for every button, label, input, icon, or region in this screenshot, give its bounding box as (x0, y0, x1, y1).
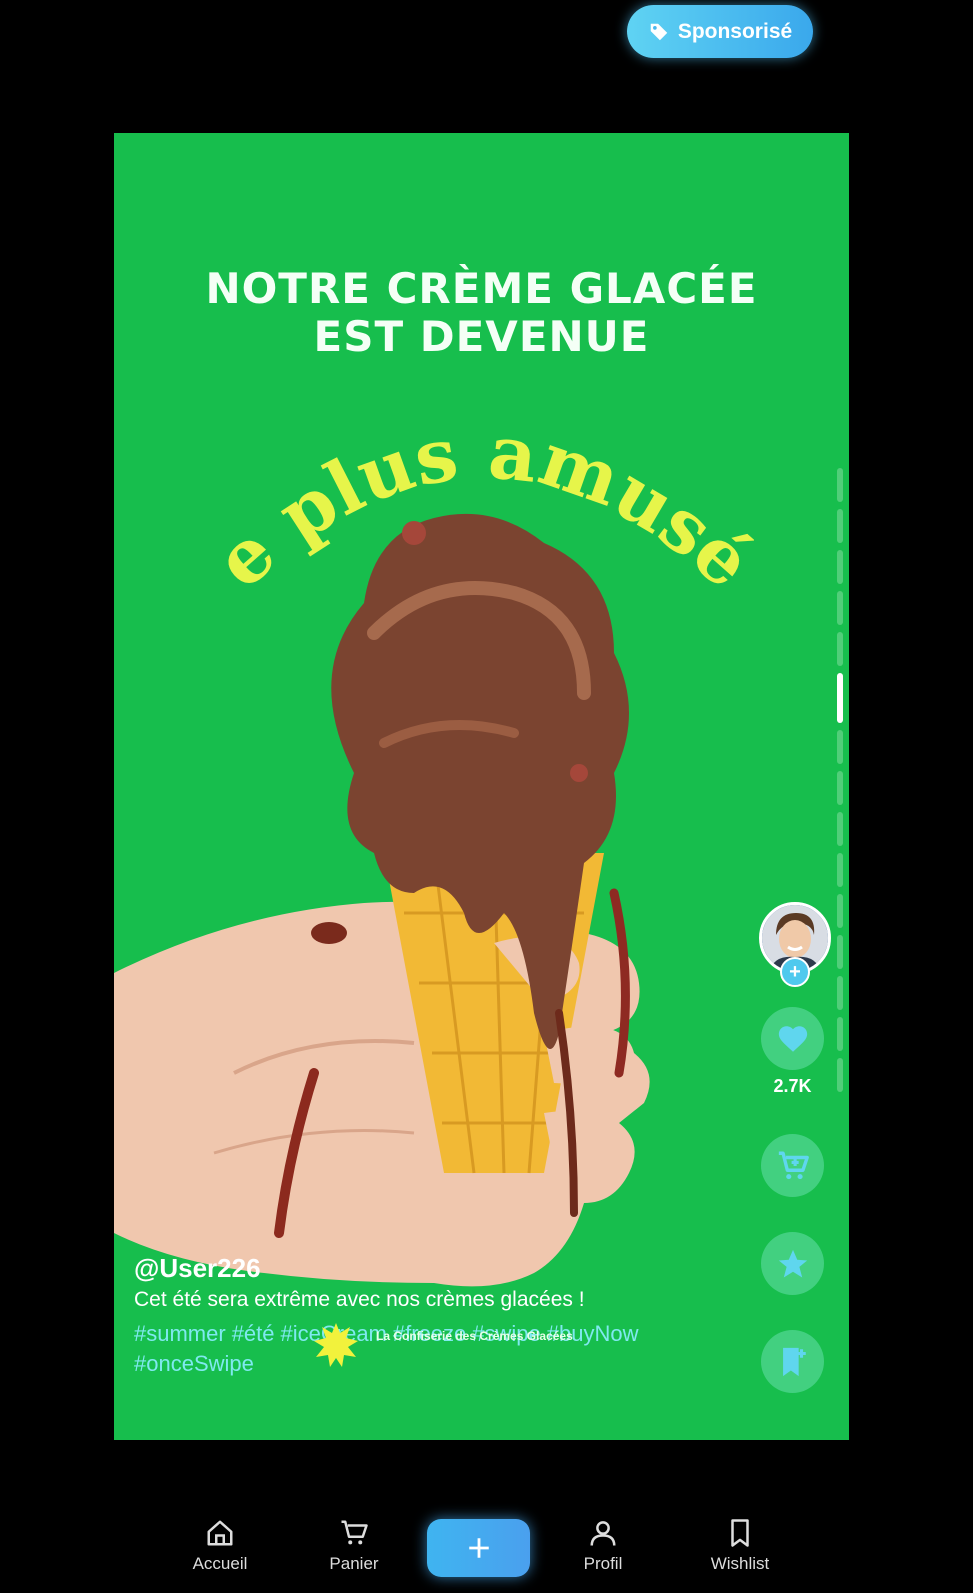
headline-line-1: NOTRE CRÈME GLACÉE (205, 264, 758, 313)
favorite-button[interactable] (761, 1232, 824, 1295)
bookmark-icon (731, 1519, 749, 1547)
star-icon (778, 1249, 807, 1277)
progress-segment (837, 509, 843, 543)
sponsored-label: Sponsorisé (677, 19, 793, 43)
follow-plus-button[interactable]: + (780, 957, 810, 987)
bookmark-add-icon (782, 1347, 806, 1376)
ad-video-card[interactable]: NOTRE CRÈME GLACÉE EST DEVENUE e plus am… (114, 133, 849, 1440)
nav-profile[interactable]: Profil (553, 1518, 653, 1574)
nav-wishlist-label: Wishlist (710, 1554, 770, 1573)
add-to-cart-button[interactable] (761, 1134, 824, 1197)
heart-icon (778, 1025, 807, 1052)
nav-cart[interactable]: Panier (304, 1518, 404, 1574)
like-count: 2.7K (773, 1076, 812, 1096)
headline-line-2: EST DEVENUE (313, 312, 650, 361)
wishlist-add-button[interactable] (761, 1330, 824, 1393)
post-hashtags: #summer#été#iceCream#freeze#swipe#buyNow… (134, 1319, 734, 1379)
post-caption: @User226 Cet été sera extrême avec nos c… (134, 1253, 734, 1379)
progress-segment (837, 771, 843, 805)
user-icon (590, 1521, 616, 1546)
progress-segment (837, 468, 843, 502)
hashtag[interactable]: #summer (134, 1321, 226, 1346)
progress-segment (837, 976, 843, 1010)
progress-segment-active (837, 673, 843, 723)
home-icon (207, 1520, 233, 1546)
progress-segment (837, 591, 843, 625)
progress-segment (837, 730, 843, 764)
progress-segment (837, 550, 843, 584)
tag-icon (650, 23, 668, 40)
nav-home[interactable]: Accueil (170, 1518, 270, 1574)
nav-profile-label: Profil (583, 1554, 623, 1573)
story-progress-bar (837, 468, 843, 1108)
progress-segment (837, 1058, 843, 1092)
progress-segment (837, 1017, 843, 1051)
ice-cream-illustration (114, 513, 650, 1287)
cart-add-icon (778, 1151, 809, 1179)
progress-segment (837, 632, 843, 666)
progress-segment (837, 812, 843, 846)
create-post-button[interactable] (427, 1519, 530, 1577)
bottom-navigation: Accueil Panier Profil Wishlist (0, 1500, 973, 1593)
sun-badge-icon (314, 1323, 358, 1367)
progress-segment (837, 853, 843, 887)
nav-cart-label: Panier (329, 1554, 379, 1573)
ad-headline: NOTRE CRÈME GLACÉE EST DEVENUE (114, 265, 849, 361)
plus-icon (468, 1538, 489, 1558)
post-username[interactable]: @User226 (134, 1253, 734, 1283)
nav-home-label: Accueil (192, 1554, 248, 1573)
progress-segment (837, 894, 843, 928)
progress-segment (837, 935, 843, 969)
post-description: Cet été sera extrême avec nos crèmes gla… (134, 1288, 585, 1311)
sponsored-badge[interactable]: Sponsorisé (627, 5, 813, 58)
brand-overlay-text: La Confiserie des Crèmes Glacées (376, 1329, 573, 1343)
cart-icon (341, 1520, 368, 1545)
like-button[interactable] (761, 1007, 824, 1070)
hashtag[interactable]: #été (232, 1321, 275, 1346)
hashtag[interactable]: #onceSwipe (134, 1351, 254, 1376)
nav-wishlist[interactable]: Wishlist (690, 1518, 790, 1574)
